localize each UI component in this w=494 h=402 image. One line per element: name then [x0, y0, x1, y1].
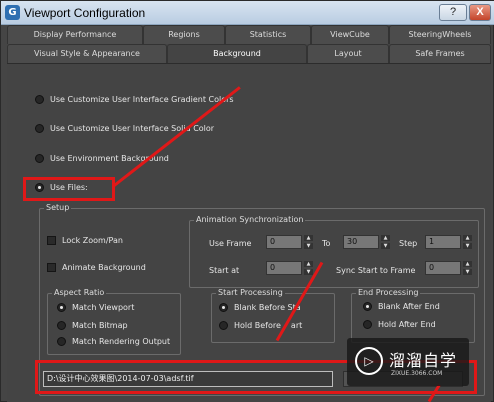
hold-before-start[interactable]: Hold Before art [219, 321, 302, 330]
animate-background[interactable]: Animate Background [47, 263, 146, 272]
radio-match-output[interactable] [57, 337, 66, 346]
radio-blank-after[interactable] [363, 302, 372, 311]
hold-before-label: Hold Before [234, 321, 281, 330]
animate-background-checkbox[interactable] [47, 263, 56, 272]
sync-start-label: Sync Start to Frame [336, 266, 416, 275]
radio-environment[interactable] [35, 154, 44, 163]
blank-before-start[interactable]: Blank Before Sta [219, 303, 301, 312]
tab-layout[interactable]: Layout [307, 44, 389, 63]
title-bar[interactable]: G Viewport Configuration ? X [1, 1, 494, 25]
tab-regions[interactable]: Regions [143, 25, 225, 44]
radio-solid[interactable] [35, 124, 44, 133]
start-at-value[interactable]: 0 [266, 261, 302, 275]
app-icon: G [5, 5, 20, 20]
step-spinner[interactable]: 1 ▲ ▼ [425, 235, 472, 249]
tab-statistics[interactable]: Statistics [225, 25, 311, 44]
radio-match-bitmap[interactable] [57, 321, 66, 330]
animation-sync-group: Animation Synchronization [189, 215, 479, 288]
radio-hold-before[interactable] [219, 321, 228, 330]
setup-title: Setup [44, 203, 72, 212]
lock-zoom-label: Lock Zoom/Pan [62, 236, 123, 245]
tab-display-performance[interactable]: Display Performance [7, 25, 143, 44]
blank-after-label: Blank After End [378, 302, 440, 311]
viewport-configuration-dialog: G Viewport Configuration ? X Display Per… [0, 0, 494, 402]
sync-start-value[interactable]: 0 [425, 261, 461, 275]
window-title: Viewport Configuration [24, 6, 146, 20]
lock-zoom-pan[interactable]: Lock Zoom/Pan [47, 236, 123, 245]
tab-viewcube[interactable]: ViewCube [311, 25, 389, 44]
use-frame-spinner[interactable]: 0 ▲ ▼ [266, 235, 313, 249]
to-value[interactable]: 30 [343, 235, 379, 249]
to-label: To [322, 239, 331, 248]
spinner-arrows-icon[interactable]: ▲ ▼ [304, 261, 313, 275]
play-icon: ▷ [355, 347, 383, 375]
option-gradient-colors[interactable]: Use Customize User Interface Gradient Co… [35, 95, 234, 104]
start-processing-group: Start Processing [211, 288, 335, 343]
blank-before-label: Blank Before Sta [234, 303, 301, 312]
start-processing-title: Start Processing [216, 288, 285, 297]
spinner-arrows-icon[interactable]: ▲ ▼ [381, 235, 390, 249]
end-processing-group: End Processing [351, 288, 475, 343]
radio-match-viewport[interactable] [57, 303, 66, 312]
tab-safe-frames[interactable]: Safe Frames [389, 44, 491, 63]
radio-gradient[interactable] [35, 95, 44, 104]
end-processing-title: End Processing [356, 288, 421, 297]
match-viewport-label: Match Viewport [72, 303, 135, 312]
animate-background-label: Animate Background [62, 263, 146, 272]
match-viewport[interactable]: Match Viewport [57, 303, 134, 312]
hold-before-tail: art [290, 321, 303, 330]
to-spinner[interactable]: 30 ▲ ▼ [343, 235, 390, 249]
start-at-spinner[interactable]: 0 ▲ ▼ [266, 261, 313, 275]
use-frame-label: Use Frame [209, 239, 252, 248]
step-value[interactable]: 1 [425, 235, 461, 249]
close-button[interactable]: X [469, 4, 491, 21]
blank-after-end[interactable]: Blank After End [363, 302, 440, 311]
tab-steeringwheels[interactable]: SteeringWheels [389, 25, 491, 44]
start-at-label: Start at [209, 266, 240, 275]
sync-start-spinner[interactable]: 0 ▲ ▼ [425, 261, 472, 275]
option-gradient-label: Use Customize User Interface Gradient Co… [50, 95, 234, 104]
watermark-url: ZIXUE.3066.COM [391, 370, 443, 377]
tab-row-top: Display Performance Regions Statistics V… [7, 25, 491, 44]
spinner-arrows-icon[interactable]: ▲ ▼ [304, 235, 313, 249]
animation-sync-title: Animation Synchronization [194, 215, 306, 224]
tab-row-bottom: Visual Style & Appearance Background Lay… [7, 44, 491, 63]
radio-hold-after[interactable] [363, 320, 372, 329]
tab-background[interactable]: Background [167, 44, 307, 63]
lock-zoom-checkbox[interactable] [47, 236, 56, 245]
annotation-box-use-files [23, 177, 115, 201]
hold-after-label: Hold After End [378, 320, 436, 329]
aspect-ratio-title: Aspect Ratio [52, 288, 107, 297]
match-output-label: Match Rendering Output [72, 337, 171, 346]
tab-visual-style[interactable]: Visual Style & Appearance [7, 44, 167, 63]
spinner-arrows-icon[interactable]: ▲ ▼ [463, 261, 472, 275]
watermark: ▷ 溜溜自学 ZIXUE.3066.COM [347, 338, 469, 386]
match-rendering-output[interactable]: Match Rendering Output [57, 337, 170, 346]
radio-blank-before[interactable] [219, 303, 228, 312]
help-button[interactable]: ? [439, 4, 467, 21]
watermark-name: 溜溜自学 [389, 351, 458, 370]
step-label: Step [399, 239, 418, 248]
use-frame-value[interactable]: 0 [266, 235, 302, 249]
match-bitmap-label: Match Bitmap [72, 321, 128, 330]
match-bitmap[interactable]: Match Bitmap [57, 321, 128, 330]
hold-after-end[interactable]: Hold After End [363, 320, 436, 329]
spinner-arrows-icon[interactable]: ▲ ▼ [463, 235, 472, 249]
